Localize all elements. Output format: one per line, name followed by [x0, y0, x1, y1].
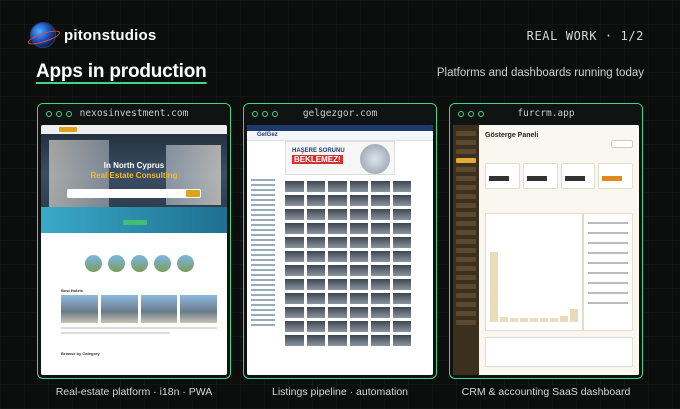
browser-bar: furcrm.app — [450, 104, 642, 125]
banner-heading: HAŞERE SORUNU — [292, 148, 345, 154]
banner-highlight: BEKLEMEZ! — [292, 155, 343, 164]
hero-image: In North Cyprus Real Estate Consulting — [41, 125, 227, 233]
slide-counter: REAL WORK · 1/2 — [526, 29, 644, 43]
site-url: furcrm.app — [517, 108, 575, 119]
stat-cards — [485, 163, 633, 189]
section-title: Apps in production — [36, 61, 207, 82]
site-logo-icon — [59, 127, 77, 132]
site-url: nexosinvestment.com — [79, 108, 189, 119]
card-caption: Real-estate platform · i18n · PWA — [55, 386, 213, 398]
robot-icon — [360, 144, 390, 174]
hero-search-bar — [67, 189, 201, 198]
app-card-nexos[interactable]: nexosinvestment.com In North Cyprus Real… — [37, 103, 231, 379]
site-logo: GelGez — [257, 132, 278, 138]
brand-logo-icon — [30, 22, 56, 48]
app-card-furcrm[interactable]: furcrm.app Gösterge Paneli — [449, 103, 643, 379]
card-caption: CRM & accounting SaaS dashboard — [461, 386, 631, 398]
browser-bar: gelgezgor.com — [244, 104, 436, 125]
header: pitonstudios REAL WORK · 1/2 — [30, 22, 644, 52]
hero-cta — [123, 220, 147, 225]
bar-chart-panel — [485, 213, 583, 331]
listing-grid — [285, 181, 411, 346]
site-screenshot: GelGez HAŞERE SORUNU BEKLEMEZ! — [247, 125, 433, 375]
brand-name: pitonstudios — [64, 27, 157, 44]
list-panel — [583, 213, 633, 331]
site-url: gelgezgor.com — [302, 108, 378, 119]
app-card-gelgezgor[interactable]: gelgezgor.com GelGez HAŞERE SORUNU BEKLE… — [243, 103, 437, 379]
footer-panel — [485, 337, 633, 367]
hero-subheading: Real Estate Consulting — [90, 171, 178, 180]
section-subtitle: Platforms and dashboards running today — [436, 67, 644, 79]
site-screenshot: Gösterge Paneli — [453, 125, 639, 375]
dashboard-main: Gösterge Paneli — [479, 125, 639, 375]
section-label: Best Hotels — [61, 288, 84, 293]
header-button — [611, 140, 633, 148]
site-screenshot: In North Cyprus Real Estate Consulting B… — [41, 125, 227, 375]
panel-title: Gösterge Paneli — [485, 132, 539, 139]
app-sidebar — [453, 125, 479, 375]
card-caption: Listings pipeline · automation — [272, 386, 408, 398]
category-sidebar — [251, 179, 281, 329]
location-circles — [85, 255, 194, 272]
section-label: Browse by Category — [61, 351, 100, 356]
listing-thumbnails — [61, 295, 217, 323]
browser-bar: nexosinvestment.com — [38, 104, 230, 125]
ad-banner: HAŞERE SORUNU BEKLEMEZ! — [285, 141, 395, 175]
hero-heading: In North Cyprus — [103, 161, 165, 170]
